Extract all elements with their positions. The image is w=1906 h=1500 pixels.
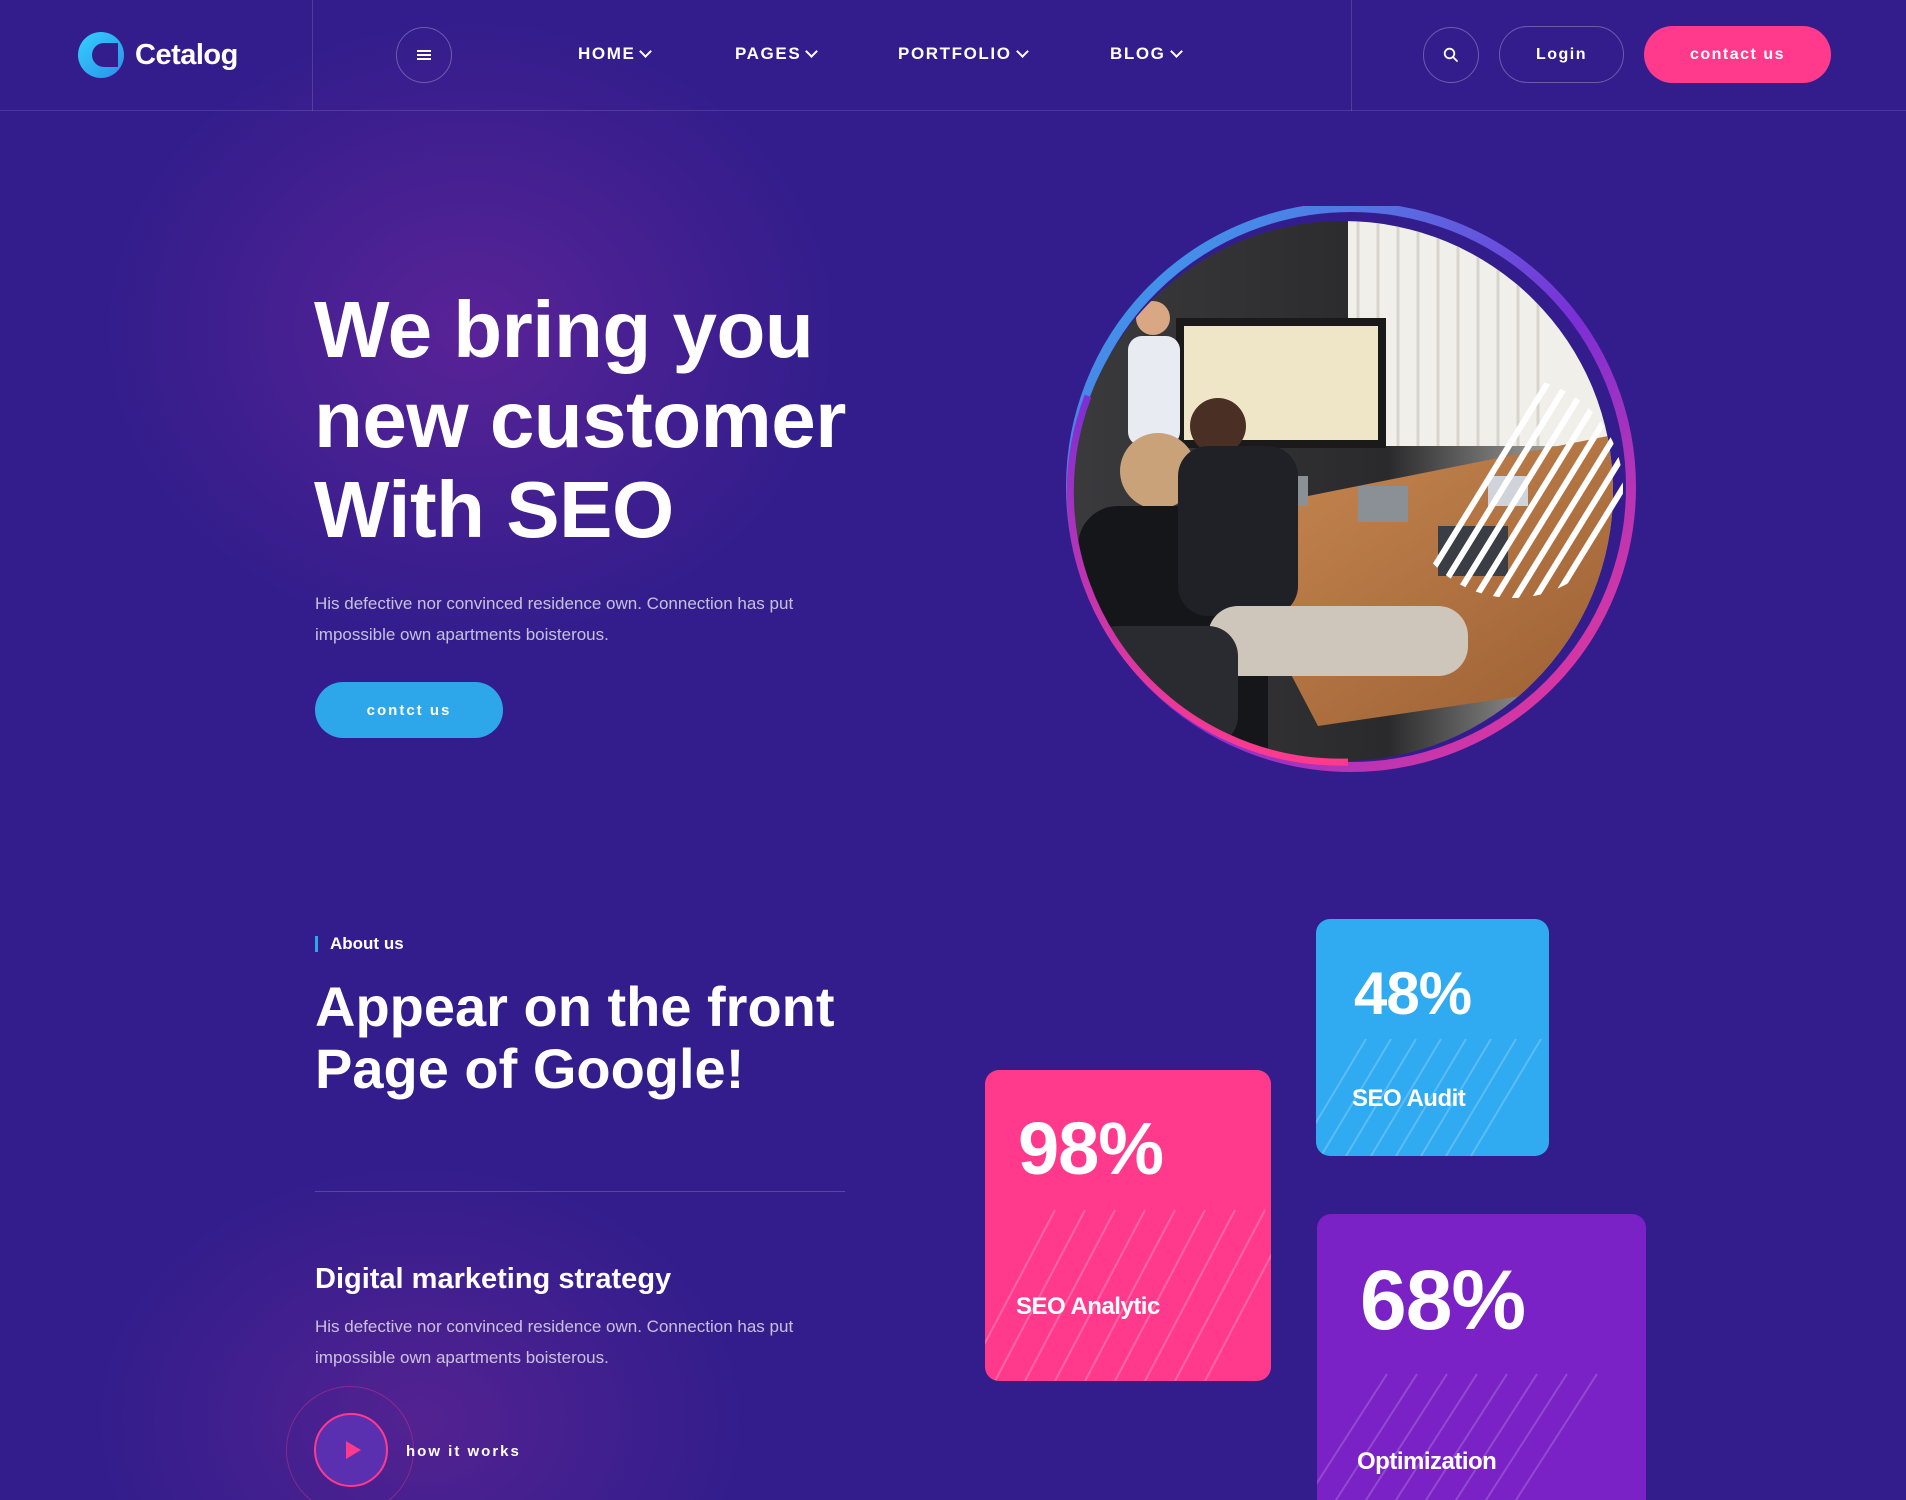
search-icon <box>1443 47 1458 62</box>
hero-title: We bring you new customer With SEO <box>314 285 954 555</box>
stat-card-seo-analytic: 98% SEO Analytic <box>985 1070 1271 1381</box>
site-header: Cetalog HOME PAGES PORTFOLIO BLOG Login … <box>0 0 1906 111</box>
about-tag: About us <box>315 935 404 952</box>
brand-name: Cetalog <box>135 38 238 71</box>
nav-item-blog[interactable]: BLOG <box>1110 44 1183 64</box>
hero-title-line: new customer <box>314 375 846 464</box>
how-it-works-label[interactable]: how it works <box>406 1443 521 1460</box>
stat-label: SEO Analytic <box>1016 1293 1160 1320</box>
stat-card-seo-audit: 48% SEO Audit <box>1316 919 1549 1156</box>
strategy-description: His defective nor convinced residence ow… <box>315 1317 794 1367</box>
stripe-pattern <box>1316 1038 1542 1156</box>
nav-item-label: PORTFOLIO <box>898 44 1012 63</box>
play-button[interactable] <box>314 1413 388 1487</box>
header-divider-right <box>1351 0 1352 111</box>
stat-card-optimization: 68% Optimization <box>1317 1214 1646 1500</box>
nav-item-label: HOME <box>578 44 636 63</box>
hero-description: His defective nor convinced residence ow… <box>315 594 794 644</box>
nav-item-label: BLOG <box>1110 44 1166 63</box>
about-title: Appear on the front Page of Google! <box>315 976 955 1100</box>
hero-image <box>1058 202 1718 776</box>
nav-item-portfolio[interactable]: PORTFOLIO <box>898 44 1029 64</box>
chevron-down-icon <box>1015 44 1029 58</box>
hero-contact-button[interactable]: contct us <box>315 682 503 738</box>
nav-item-home[interactable]: HOME <box>578 44 653 64</box>
stat-value: 68% <box>1360 1253 1526 1347</box>
stat-value: 48% <box>1354 960 1472 1027</box>
menu-button[interactable] <box>396 27 452 83</box>
logo-icon <box>78 32 124 78</box>
search-button[interactable] <box>1423 27 1479 83</box>
nav-item-pages[interactable]: PAGES <box>735 44 819 64</box>
about-title-line: Page of Google! <box>315 1037 745 1100</box>
header-divider-left <box>312 0 313 111</box>
stat-label: Optimization <box>1357 1448 1497 1475</box>
hero-title-line: We bring you <box>314 285 814 374</box>
about-title-line: Appear on the front <box>315 975 835 1038</box>
nav-item-label: PAGES <box>735 44 802 63</box>
login-button[interactable]: Login <box>1499 26 1624 83</box>
divider <box>315 1191 845 1192</box>
chevron-down-icon <box>805 44 819 58</box>
stat-label: SEO Audit <box>1352 1085 1466 1112</box>
chevron-down-icon <box>639 44 653 58</box>
brand-logo[interactable]: Cetalog <box>78 32 238 78</box>
play-icon <box>345 1441 361 1459</box>
hero-title-line: With SEO <box>314 465 674 554</box>
chevron-down-icon <box>1169 44 1183 58</box>
contact-us-button[interactable]: contact us <box>1644 26 1831 83</box>
menu-icon <box>417 50 431 60</box>
stat-value: 98% <box>1018 1107 1164 1190</box>
strategy-title: Digital marketing strategy <box>315 1263 672 1295</box>
